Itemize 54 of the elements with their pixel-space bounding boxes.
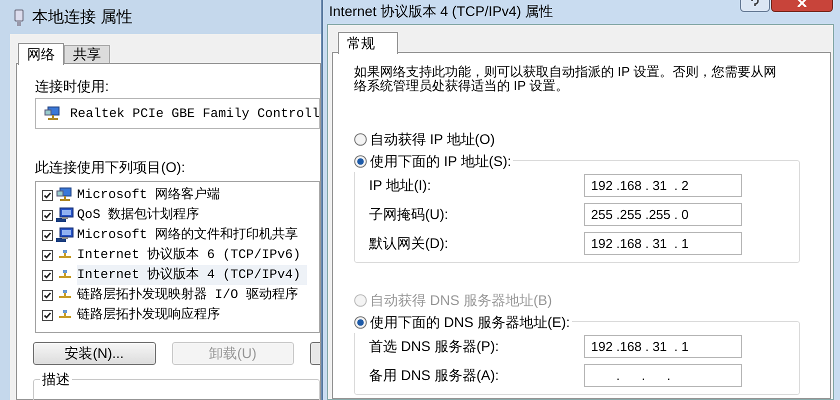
option-label: 自动获得 DNS 服务器地址(B) — [370, 290, 552, 310]
field-label: 备用 DNS 服务器(A): — [369, 366, 499, 385]
option-label: 自动获得 IP 地址(O) — [370, 130, 495, 149]
checkbox[interactable] — [42, 270, 53, 280]
network-icon — [56, 270, 74, 280]
checkbox[interactable] — [42, 210, 53, 220]
network-computer-icon — [44, 106, 62, 122]
window-title: Internet 协议版本 4 (TCP/IPv4) 属性 — [329, 2, 554, 21]
ip-field[interactable]: . . . — [584, 364, 742, 387]
radio-button[interactable] — [354, 132, 367, 146]
list-item[interactable]: Microsoft 网络客户端 — [77, 185, 226, 205]
network-computer-icon — [56, 187, 74, 203]
checkbox[interactable] — [42, 290, 53, 300]
network-icon — [56, 290, 74, 300]
ip-field[interactable]: 192 .168 . 31 . 2 — [584, 174, 742, 197]
close-icon — [797, 0, 807, 7]
checkbox[interactable] — [42, 250, 53, 260]
network-icon — [56, 250, 74, 260]
window-title: 本地连接 属性 — [32, 8, 132, 28]
field-label: 子网掩码(U): — [369, 205, 448, 224]
tab[interactable]: 网络 — [18, 43, 64, 65]
tab[interactable]: 共享 — [64, 45, 110, 64]
list-item[interactable]: QoS 数据包计划程序 — [77, 205, 206, 225]
help-icon — [751, 0, 759, 8]
ip-field[interactable]: 192 .168 . 31 . 1 — [584, 232, 742, 255]
ip-field[interactable]: 192 .168 . 31 . 1 — [584, 335, 742, 358]
tab[interactable]: 常规 — [338, 32, 398, 54]
radio-button[interactable] — [354, 154, 367, 168]
ip-field[interactable]: 255 .255 .255 . 0 — [584, 203, 742, 226]
button[interactable]: 安装(N)... — [33, 342, 156, 365]
field-label: 连接时使用: — [35, 77, 110, 96]
checkbox[interactable] — [42, 230, 53, 240]
computer-icon — [56, 227, 74, 243]
field-label: 首选 DNS 服务器(P): — [369, 337, 499, 356]
option-label: 使用下面的 DNS 服务器地址(E): — [370, 312, 570, 332]
group-label: 描述 — [40, 370, 72, 388]
field-label: 默认网关(D): — [369, 234, 448, 253]
field-label: IP 地址(I): — [369, 176, 431, 195]
button[interactable] — [310, 342, 320, 365]
radio-button[interactable] — [354, 316, 367, 328]
list-item[interactable]: Microsoft 网络的文件和打印机共享 — [77, 225, 304, 245]
list-item[interactable]: Internet 协议版本 4 (TCP/IPv4) — [77, 265, 307, 285]
list-item[interactable]: 链路层拓扑发现响应程序 — [77, 305, 226, 325]
adapter-name: Realtek PCIe GBE Family Controll — [70, 104, 319, 123]
field-label: 此连接使用下列项目(O): — [35, 158, 186, 177]
network-icon — [56, 310, 74, 320]
option-label: 使用下面的 IP 地址(S): — [370, 152, 512, 171]
intro-text: 如果网络支持此功能，则可以获取自动指派的 IP 设置。否则，您需要从网络系统管理员处获得适当的 IP 设置。 — [354, 65, 778, 93]
list-item[interactable]: 链路层拓扑发现映射器 I/O 驱动程序 — [77, 285, 304, 305]
computer-icon — [56, 207, 74, 223]
checkbox[interactable] — [42, 190, 53, 200]
adapter-icon — [14, 9, 24, 27]
checkbox[interactable] — [42, 310, 53, 320]
list-item[interactable]: Internet 协议版本 6 (TCP/IPv6) — [77, 245, 307, 265]
